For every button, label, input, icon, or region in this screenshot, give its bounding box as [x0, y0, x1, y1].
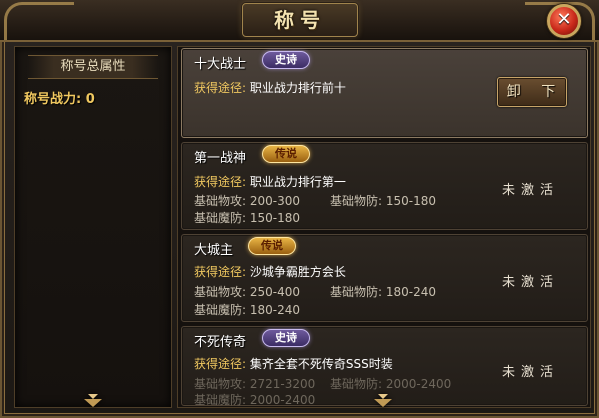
stat-label: 基础物防:: [330, 194, 383, 208]
scroll-down-arrow-right[interactable]: [374, 394, 392, 407]
stat-row: 基础物防: 180-240: [330, 283, 436, 300]
stat-row: 基础物防: 150-180: [330, 192, 436, 209]
title-name: 不死传奇: [194, 335, 247, 350]
title-card-3[interactable]: 大城主 传说 获得途径: 沙城争霸胜方会长 基础物攻: 250-400 基础物防…: [181, 234, 588, 322]
source-label: 获得途径:: [194, 265, 247, 279]
stat-value: 200-300: [249, 194, 301, 208]
stat-value: 180-240: [385, 285, 437, 299]
stat-label: 基础魔防:: [194, 303, 247, 317]
rarity-badge-icon: 史诗: [262, 51, 310, 69]
source-value: 沙城争霸胜方会长: [249, 265, 346, 279]
stat-row: 基础魔防: 180-240: [194, 301, 300, 318]
stat-value: 2000-2400: [249, 393, 316, 407]
source-row: 获得途径: 职业战力排行前十: [194, 79, 346, 96]
title-card-2[interactable]: 第一战神 传说 获得途径: 职业战力排行第一 基础物攻: 200-300 基础物…: [181, 142, 588, 230]
title-card-1[interactable]: 十大战士 史诗 获得途径: 职业战力排行前十 卸 下: [181, 48, 588, 138]
stat-row: 基础魔防: 2000-2400: [194, 391, 315, 408]
close-icon: ✕: [556, 9, 572, 30]
rarity-badge-icon: 传说: [262, 145, 310, 163]
stat-row: 基础魔防: 150-180: [194, 209, 300, 226]
status-label: 未激活: [501, 183, 559, 198]
scroll-down-arrow-left[interactable]: [84, 394, 102, 407]
stat-value: 180-240: [249, 303, 301, 317]
title-name: 第一战神: [194, 151, 247, 166]
stat-label: 基础物攻:: [194, 285, 247, 299]
stat-value: 2721-3200: [249, 377, 316, 391]
stat-label: 基础物攻:: [194, 194, 247, 208]
stat-label: 基础魔防:: [194, 393, 247, 407]
power-value: 0: [85, 92, 95, 107]
stat-label: 基础物防:: [330, 377, 383, 391]
stat-label: 基础物攻:: [194, 377, 247, 391]
stat-row: 基础物攻: 2721-3200: [194, 375, 315, 392]
source-row: 获得途径: 集齐全套不死传奇SSS时装: [194, 355, 393, 372]
summary-heading: 称号总属性: [28, 55, 158, 79]
power-label: 称号战力:: [24, 92, 82, 107]
stat-label: 基础魔防:: [194, 211, 247, 225]
source-value: 职业战力排行前十: [249, 81, 346, 95]
stat-value: 250-400: [249, 285, 301, 299]
stat-label: 基础物防:: [330, 285, 383, 299]
unequip-button[interactable]: 卸 下: [497, 77, 567, 107]
stat-row: 基础物攻: 200-300: [194, 192, 300, 209]
source-value: 集齐全套不死传奇SSS时装: [249, 357, 393, 371]
title-name: 十大战士: [194, 57, 247, 72]
source-label: 获得途径:: [194, 175, 247, 189]
source-label: 获得途径:: [194, 357, 247, 371]
ornament-left: [4, 2, 74, 40]
title-name: 大城主: [194, 243, 234, 258]
rarity-badge-icon: 史诗: [262, 329, 310, 347]
rarity-badge-icon: 传说: [248, 237, 296, 255]
source-value: 职业战力排行第一: [249, 175, 346, 189]
stat-row: 基础物攻: 250-400: [194, 283, 300, 300]
source-label: 获得途径:: [194, 81, 247, 95]
power-line: 称号战力: 0: [24, 88, 95, 107]
stat-row: 基础物防: 2000-2400: [330, 375, 451, 392]
source-row: 获得途径: 职业战力排行第一: [194, 173, 346, 190]
source-row: 获得途径: 沙城争霸胜方会长: [194, 263, 346, 280]
stat-value: 2000-2400: [385, 377, 452, 391]
stat-value: 150-180: [249, 211, 301, 225]
status-label: 未激活: [501, 365, 559, 380]
status-label: 未激活: [501, 275, 559, 290]
window-title: 称号: [274, 8, 326, 32]
stat-value: 150-180: [385, 194, 437, 208]
close-button[interactable]: ✕: [547, 4, 581, 38]
